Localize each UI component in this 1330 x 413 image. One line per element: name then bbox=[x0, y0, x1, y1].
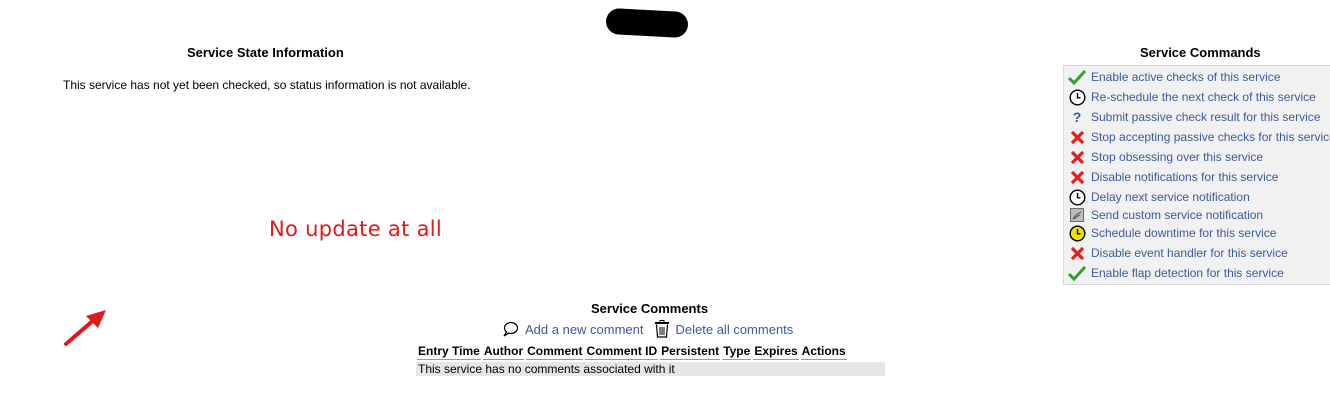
command-label: Stop accepting passive checks for this s… bbox=[1091, 130, 1330, 144]
comments-header-row: Entry Time Author Comment Comment ID Per… bbox=[417, 343, 847, 360]
annotation-text: No update at all bbox=[269, 217, 443, 241]
command-label: Re-schedule the next check of this servi… bbox=[1091, 90, 1316, 104]
command-label: Disable event handler for this service bbox=[1091, 246, 1288, 260]
column-header-author: Author bbox=[482, 344, 525, 360]
command-label: Enable active checks of this service bbox=[1091, 70, 1281, 84]
trash-icon[interactable] bbox=[654, 320, 670, 338]
check-icon bbox=[1068, 264, 1086, 282]
column-header-type: Type bbox=[722, 344, 752, 360]
downtime-clock-icon bbox=[1068, 224, 1086, 242]
command-send-custom-notification[interactable]: Send custom service notification bbox=[1068, 206, 1263, 224]
comments-table: Entry Time Author Comment Comment ID Per… bbox=[415, 343, 849, 360]
command-enable-flap-detection[interactable]: Enable flap detection for this service bbox=[1068, 264, 1284, 282]
cross-icon bbox=[1068, 148, 1086, 166]
cross-icon bbox=[1068, 128, 1086, 146]
cross-icon bbox=[1068, 244, 1086, 262]
column-header-entry-time: Entry Time bbox=[417, 344, 481, 360]
comment-actions: Add a new comment Delete all comments bbox=[502, 320, 793, 338]
command-label: Stop obsessing over this service bbox=[1091, 150, 1264, 164]
add-comment-link[interactable]: Add a new comment bbox=[525, 322, 644, 337]
question-icon: ? bbox=[1072, 109, 1082, 125]
delete-all-comments-link[interactable]: Delete all comments bbox=[676, 322, 794, 337]
command-label: Disable notifications for this service bbox=[1091, 170, 1279, 184]
column-header-comment-id: Comment ID bbox=[585, 344, 659, 360]
service-state-message: This service has not yet been checked, s… bbox=[63, 78, 471, 92]
annotation-arrow-icon bbox=[64, 310, 106, 346]
clock-icon bbox=[1068, 188, 1086, 206]
notification-icon bbox=[1068, 206, 1086, 224]
column-header-persistent: Persistent bbox=[660, 344, 721, 360]
no-comments-message: This service has no comments associated … bbox=[416, 362, 885, 376]
column-header-comment: Comment bbox=[526, 344, 584, 360]
command-stop-accepting-passive[interactable]: Stop accepting passive checks for this s… bbox=[1068, 128, 1330, 146]
redacted-header bbox=[605, 7, 689, 39]
service-comments-title: Service Comments bbox=[591, 301, 709, 316]
command-label: Enable flap detection for this service bbox=[1091, 266, 1284, 280]
clock-icon bbox=[1068, 88, 1086, 106]
service-commands-title: Service Commands bbox=[1140, 45, 1261, 60]
command-reschedule-check[interactable]: Re-schedule the next check of this servi… bbox=[1068, 88, 1316, 106]
service-commands-panel: Enable active checks of this service Re-… bbox=[1063, 65, 1330, 285]
command-submit-passive-result[interactable]: ? Submit passive check result for this s… bbox=[1068, 108, 1321, 126]
service-state-title: Service State Information bbox=[187, 45, 344, 60]
cross-icon bbox=[1068, 168, 1086, 186]
command-stop-obsessing[interactable]: Stop obsessing over this service bbox=[1068, 148, 1263, 166]
command-label: Schedule downtime for this service bbox=[1091, 226, 1277, 240]
command-label: Submit passive check result for this ser… bbox=[1091, 110, 1321, 124]
speech-bubble-icon bbox=[502, 321, 519, 337]
command-label: Delay next service notification bbox=[1091, 190, 1250, 204]
column-header-actions: Actions bbox=[800, 344, 847, 360]
check-icon bbox=[1068, 68, 1086, 86]
column-header-expires: Expires bbox=[753, 344, 799, 360]
command-delay-notification[interactable]: Delay next service notification bbox=[1068, 188, 1250, 206]
command-disable-notifications[interactable]: Disable notifications for this service bbox=[1068, 168, 1278, 186]
command-disable-event-handler[interactable]: Disable event handler for this service bbox=[1068, 244, 1288, 262]
command-label: Send custom service notification bbox=[1091, 208, 1264, 222]
command-enable-active-checks[interactable]: Enable active checks of this service bbox=[1068, 68, 1280, 86]
command-schedule-downtime[interactable]: Schedule downtime for this service bbox=[1068, 224, 1276, 242]
